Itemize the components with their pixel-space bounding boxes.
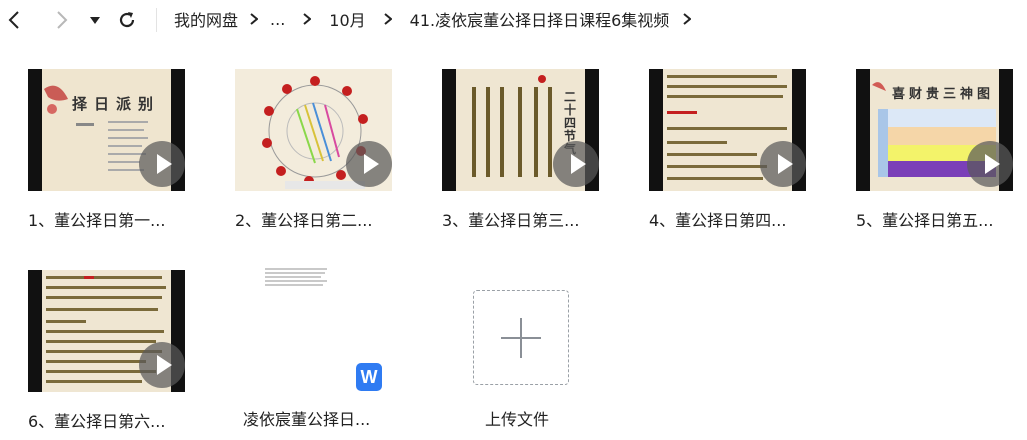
breadcrumb-ellipsis[interactable]: ...: [270, 10, 285, 29]
chevron-right-icon: [384, 13, 392, 25]
video-thumbnail: 喜财贵三神图: [856, 69, 1013, 191]
play-icon[interactable]: [139, 141, 185, 187]
thumbnail-title: 喜财贵三神图: [892, 87, 995, 102]
file-name: 1、董公择日第一...: [28, 211, 166, 230]
video-thumbnail: 二十四节气: [442, 69, 599, 191]
chevron-right-icon: [250, 13, 259, 25]
file-name: 凌依宸董公择日...: [243, 410, 371, 429]
history-dropdown-icon[interactable]: [88, 8, 102, 32]
file-name: 4、董公择日第四...: [649, 211, 787, 230]
play-icon[interactable]: [967, 141, 1013, 187]
breadcrumb: 我的网盘 ... 10月 41.凌依宸董公择日择日课程6集视频: [174, 0, 703, 38]
upload-button[interactable]: [473, 290, 569, 385]
forward-arrow-icon[interactable]: [54, 8, 70, 32]
play-icon[interactable]: [553, 141, 599, 187]
video-thumbnail: [28, 270, 185, 392]
video-thumbnail: [649, 69, 806, 191]
play-icon[interactable]: [346, 141, 392, 187]
breadcrumb-root[interactable]: 我的网盘: [174, 7, 238, 31]
file-name: 5、董公择日第五...: [856, 211, 994, 230]
video-thumbnail: 择日派别: [28, 69, 185, 191]
play-icon[interactable]: [760, 141, 806, 187]
file-name: 2、董公择日第二...: [235, 211, 373, 230]
thumbnail-title: 择日派别: [72, 95, 161, 113]
upload-label: 上传文件: [485, 410, 550, 429]
breadcrumb-month[interactable]: 10月: [329, 7, 365, 31]
toolbar: 我的网盘 ... 10月 41.凌依宸董公择日择日课程6集视频: [0, 0, 1027, 40]
refresh-icon[interactable]: [116, 8, 138, 32]
video-thumbnail: [235, 69, 392, 191]
back-arrow-icon[interactable]: [6, 8, 22, 32]
breadcrumb-current-folder[interactable]: 41.凌依宸董公择日择日课程6集视频: [410, 7, 670, 31]
chevron-right-icon[interactable]: [683, 13, 692, 25]
file-name: 6、董公择日第六...: [28, 412, 166, 431]
file-name: 3、董公择日第三...: [442, 211, 580, 230]
word-document-icon: W: [356, 363, 382, 391]
toolbar-divider: [156, 8, 157, 32]
chevron-right-icon: [303, 13, 312, 25]
play-icon[interactable]: [139, 342, 185, 388]
